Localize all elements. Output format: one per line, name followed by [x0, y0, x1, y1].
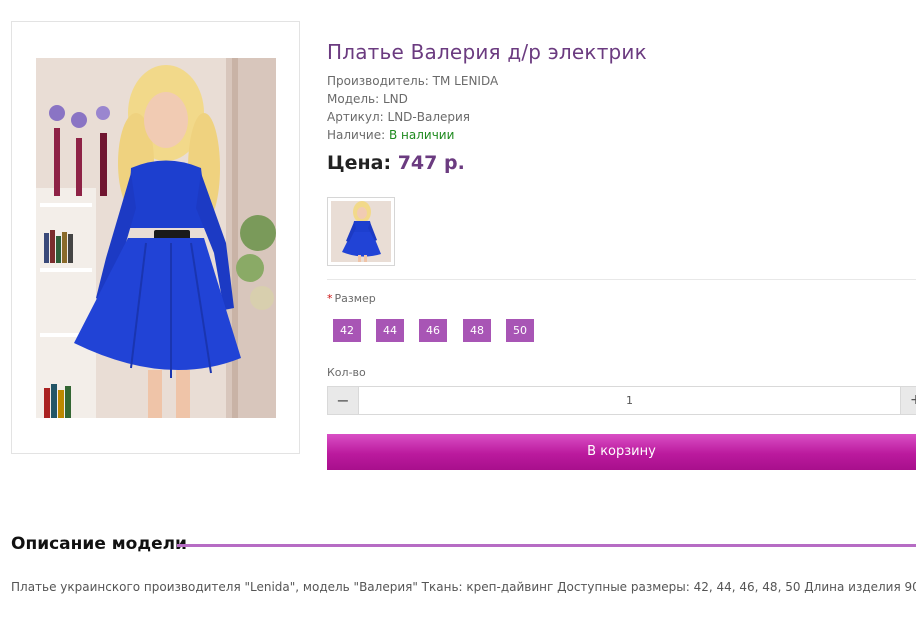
sku-value: LND-Валерия: [387, 110, 471, 124]
description-heading: Описание модели: [11, 534, 187, 554]
availability-value: В наличии: [389, 128, 455, 142]
size-option-48[interactable]: 48: [463, 319, 491, 342]
quantity-label: Кол-во: [327, 366, 366, 379]
description-text: Платье украинского производителя "Lenida…: [11, 580, 916, 594]
product-thumbnail[interactable]: [327, 197, 395, 266]
availability-row: Наличие: В наличии: [327, 128, 454, 142]
dress-photo-thumbnail-icon: [331, 201, 391, 262]
quantity-decrease-button[interactable]: −: [327, 386, 359, 415]
price-amount: 747 р.: [397, 152, 465, 174]
manufacturer-label: Производитель:: [327, 74, 429, 88]
price: Цена: 747 р.: [327, 152, 465, 174]
dress-photo-icon: [36, 58, 276, 418]
manufacturer-link[interactable]: TM LENIDA: [433, 74, 499, 88]
size-option-44[interactable]: 44: [376, 319, 404, 342]
size-option-46[interactable]: 46: [419, 319, 447, 342]
sku-row: Артикул: LND-Валерия: [327, 110, 470, 124]
model-label: Модель:: [327, 92, 380, 106]
model-row: Модель: LND: [327, 92, 408, 106]
main-image-frame: [11, 21, 300, 454]
required-mark: *: [327, 292, 333, 305]
sku-label: Артикул:: [327, 110, 384, 124]
main-product-image[interactable]: [36, 58, 276, 418]
model-value: LND: [383, 92, 408, 106]
size-option-42[interactable]: 42: [333, 319, 361, 342]
size-option-50[interactable]: 50: [506, 319, 534, 342]
quantity-input[interactable]: [359, 386, 900, 415]
availability-label: Наличие:: [327, 128, 386, 142]
add-to-cart-button[interactable]: В корзину: [327, 434, 916, 470]
options-divider: [327, 279, 916, 280]
product-title: Платье Валерия д/р электрик: [327, 40, 647, 64]
manufacturer-row: Производитель: TM LENIDA: [327, 74, 498, 88]
size-label-text: Размер: [334, 292, 376, 305]
quantity-increase-button[interactable]: +: [900, 386, 916, 415]
description-heading-rule: [177, 544, 916, 547]
price-label: Цена:: [327, 152, 392, 174]
size-label: * Размер: [327, 292, 376, 305]
